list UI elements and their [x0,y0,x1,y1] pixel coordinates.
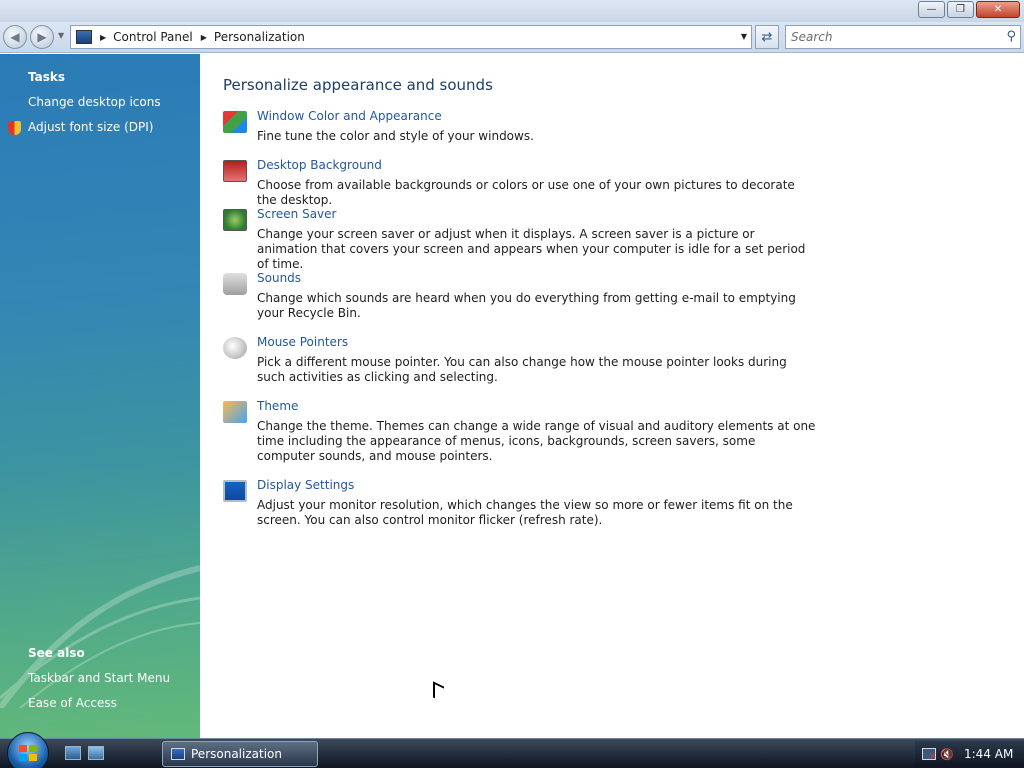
ease-of-access-link[interactable]: Ease of Access [28,696,117,710]
window-controls: — ❐ ✕ [918,1,1020,18]
tasks-heading: Tasks [28,70,66,84]
volume-muted-icon[interactable]: 🔇 [940,748,954,761]
change-desktop-icons-link[interactable]: Change desktop icons [28,95,161,109]
main-content: Personalize appearance and sounds Window… [200,54,1024,738]
breadcrumb-arrow-icon[interactable]: ▶ [201,33,207,42]
forward-arrow-icon: ▶ [37,30,47,44]
screen-saver-icon[interactable] [223,209,247,231]
search-box[interactable]: ⚲ [785,25,1021,49]
close-button[interactable]: ✕ [976,1,1020,18]
start-button[interactable] [7,732,49,768]
title-bar: — ❐ ✕ [0,0,1024,22]
display-settings-description: Adjust your monitor resolution, which ch… [257,498,793,527]
mouse-pointers-link[interactable]: Mouse Pointers [257,335,348,349]
breadcrumb-control-panel[interactable]: Control Panel [113,30,193,44]
network-disconnected-icon[interactable] [922,748,937,762]
personalization-window-icon [171,748,185,760]
address-dropdown-icon[interactable]: ▼ [741,32,747,41]
window-color-description: Fine tune the color and style of your wi… [257,129,534,143]
maximize-button[interactable]: ❐ [947,1,974,18]
search-icon[interactable]: ⚲ [1006,29,1016,44]
navigation-bar: ◀ ▶ ▼ ▶ Control Panel ▶ Personalization … [0,22,1024,53]
window-color-icon[interactable] [223,111,247,133]
page-title: Personalize appearance and sounds [223,76,493,94]
mouse-pointers-icon[interactable] [223,337,247,359]
task-pane: Tasks Change desktop icons Adjust font s… [0,54,200,738]
minimize-button[interactable]: — [918,1,945,18]
screen-saver-description: Change your screen saver or adjust when … [257,227,806,271]
theme-description: Change the theme. Themes can change a wi… [257,419,816,463]
window-color-link[interactable]: Window Color and Appearance [257,109,442,123]
system-tray: 🔇 1:44 AM [915,741,1024,767]
taskbar-start-menu-link[interactable]: Taskbar and Start Menu [28,671,170,685]
desktop-background-link[interactable]: Desktop Background [257,158,382,172]
taskbar-button-label: Personalization [191,747,282,761]
control-panel-icon [76,30,92,44]
taskbar-personalization-button[interactable]: Personalization [162,741,318,767]
screen-saver-link[interactable]: Screen Saver [257,207,336,221]
breadcrumb-arrow-icon[interactable]: ▶ [100,33,106,42]
sounds-link[interactable]: Sounds [257,271,301,285]
see-also-heading: See also [28,646,85,660]
breadcrumb-personalization[interactable]: Personalization [214,30,305,44]
search-input[interactable] [791,30,991,44]
refresh-icon: ⇄ [761,29,773,45]
windows-logo-icon [19,745,37,761]
desktop-background-description: Choose from available backgrounds or col… [257,178,795,207]
clock[interactable]: 1:44 AM [964,747,1013,761]
sounds-icon[interactable] [223,273,247,295]
desktop-background-icon[interactable] [223,160,247,182]
display-settings-icon[interactable] [223,480,247,502]
display-settings-link[interactable]: Display Settings [257,478,354,492]
forward-button[interactable]: ▶ [30,25,54,49]
theme-link[interactable]: Theme [257,399,298,413]
theme-icon[interactable] [223,401,247,423]
shield-icon [8,121,21,135]
recent-pages-dropdown[interactable]: ▼ [58,31,64,40]
refresh-button[interactable]: ⇄ [755,25,779,49]
back-arrow-icon: ◀ [10,30,20,44]
address-bar[interactable]: ▶ Control Panel ▶ Personalization ▼ [70,25,752,49]
mouse-pointers-description: Pick a different mouse pointer. You can … [257,355,787,384]
show-desktop-icon[interactable] [65,746,81,760]
sounds-description: Change which sounds are heard when you d… [257,291,796,320]
adjust-font-size-link[interactable]: Adjust font size (DPI) [28,120,153,134]
taskbar: Personalization 🔇 1:44 AM [0,732,1024,768]
switch-windows-icon[interactable] [88,746,104,760]
back-button[interactable]: ◀ [3,25,27,49]
